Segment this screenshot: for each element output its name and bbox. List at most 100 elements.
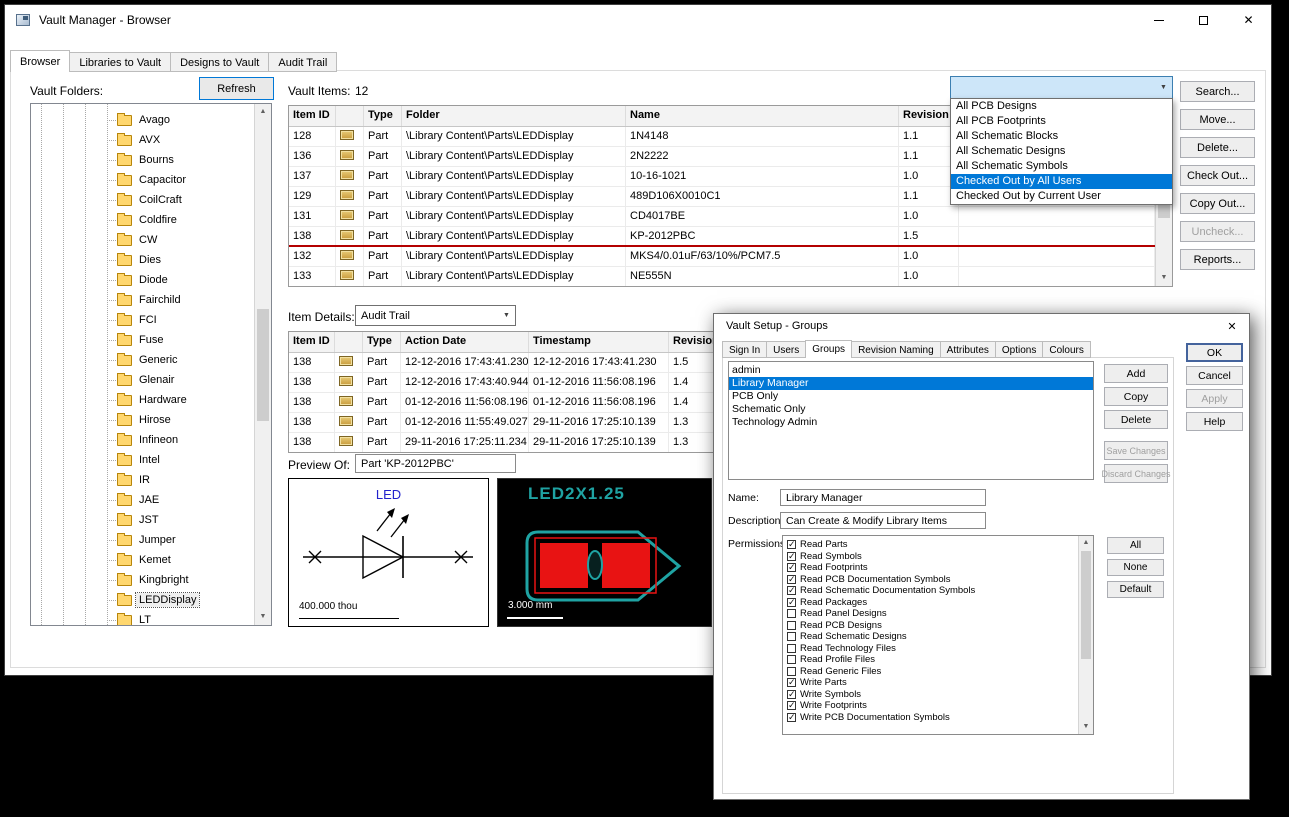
dialog-tab[interactable]: Users	[766, 341, 806, 358]
checkbox-icon[interactable]	[787, 667, 796, 676]
permission-item[interactable]: Read Footprints	[786, 562, 1093, 574]
checkbox-icon[interactable]	[787, 644, 796, 653]
folder-tree-item[interactable]: Bourns	[31, 150, 254, 170]
table-row[interactable]: 138 Part 01-12-2016 11:56:08.196 01-12-2…	[289, 393, 717, 413]
checkbox-icon[interactable]	[787, 563, 796, 572]
permissions-list[interactable]: ▲ ▼ Read Parts Read Symbols Read Footpri…	[782, 535, 1094, 735]
folder-tree-item[interactable]: FCI	[31, 310, 254, 330]
dropdown-option[interactable]: Checked Out by Current User	[951, 189, 1172, 204]
group-action-button[interactable]: Add	[1104, 364, 1168, 383]
folder-tree-item[interactable]: Hirose	[31, 410, 254, 430]
checkbox-icon[interactable]	[787, 586, 796, 595]
chevron-up-icon[interactable]: ▲	[1079, 536, 1093, 550]
chevron-down-icon[interactable]: ▼	[255, 609, 271, 625]
dropdown-option[interactable]: All PCB Designs	[951, 99, 1172, 114]
action-button[interactable]: Copy Out...	[1180, 193, 1255, 214]
group-item[interactable]: Library Manager	[729, 377, 1093, 390]
dropdown-option[interactable]: All PCB Footprints	[951, 114, 1172, 129]
column-header-item-id[interactable]: Item ID	[289, 332, 335, 352]
dialog-titlebar[interactable]: Vault Setup - Groups ✕	[714, 314, 1249, 338]
refresh-button[interactable]: Refresh	[199, 77, 274, 100]
column-header-icon[interactable]	[335, 332, 363, 352]
groups-list[interactable]: admin Library Manager PCB Only Schematic…	[728, 361, 1094, 480]
folder-tree-item[interactable]: Generic	[31, 350, 254, 370]
dialog-button[interactable]: Cancel	[1186, 366, 1243, 385]
permission-item[interactable]: Write Footprints	[786, 700, 1093, 712]
group-item[interactable]: Technology Admin	[729, 416, 1093, 429]
column-header-folder[interactable]: Folder	[402, 106, 626, 126]
table-row[interactable]: 138 Part 29-11-2016 17:25:11.234 29-11-2…	[289, 433, 717, 452]
tab[interactable]: Audit Trail	[268, 52, 337, 72]
permission-item[interactable]: Read Symbols	[786, 551, 1093, 563]
permission-item[interactable]: Write PCB Documentation Symbols	[786, 712, 1093, 724]
permission-item[interactable]: Read Generic Files	[786, 666, 1093, 678]
table-row[interactable]: 131 Part \Library Content\Parts\LEDDispl…	[289, 207, 1155, 227]
group-action-button[interactable]: Copy	[1104, 387, 1168, 406]
column-header-action-date[interactable]: Action Date	[401, 332, 529, 352]
permission-item[interactable]: Read Profile Files	[786, 654, 1093, 666]
folder-tree-item[interactable]: LEDDisplay	[31, 590, 254, 610]
column-header-type[interactable]: Type	[363, 332, 401, 352]
folder-tree-item[interactable]: Diode	[31, 270, 254, 290]
permission-item[interactable]: Write Parts	[786, 677, 1093, 689]
checkbox-icon[interactable]	[787, 678, 796, 687]
dialog-button[interactable]: OK	[1186, 343, 1243, 362]
dialog-tab[interactable]: Sign In	[722, 341, 767, 358]
name-field[interactable]: Library Manager	[780, 489, 986, 506]
folder-tree-item[interactable]: Glenair	[31, 370, 254, 390]
chevron-down-icon[interactable]: ▼	[1156, 270, 1172, 286]
tree-scrollbar[interactable]: ▲ ▼	[254, 104, 271, 625]
action-button[interactable]: Reports...	[1180, 249, 1255, 270]
table-row[interactable]: 138 Part 12-12-2016 17:43:41.230 12-12-2…	[289, 353, 717, 373]
dropdown-option[interactable]: All Schematic Designs	[951, 144, 1172, 159]
table-row[interactable]: 138 Part \Library Content\Parts\LEDDispl…	[289, 227, 1155, 247]
permission-set-button[interactable]: All	[1107, 537, 1164, 554]
column-header-icon[interactable]	[336, 106, 364, 126]
minimize-button[interactable]	[1136, 5, 1181, 35]
permissions-scrollbar[interactable]: ▲ ▼	[1078, 536, 1093, 734]
checkbox-icon[interactable]	[787, 575, 796, 584]
folder-tree-item[interactable]: Fuse	[31, 330, 254, 350]
group-item[interactable]: PCB Only	[729, 390, 1093, 403]
permission-item[interactable]: Read PCB Designs	[786, 620, 1093, 632]
folder-tree-item[interactable]: Avago	[31, 110, 254, 130]
chevron-down-icon[interactable]: ▼	[1079, 720, 1093, 734]
column-header-revision[interactable]: Revision	[669, 332, 717, 352]
action-button[interactable]: Search...	[1180, 81, 1255, 102]
folder-tree-item[interactable]: Coldfire	[31, 210, 254, 230]
checkbox-icon[interactable]	[787, 621, 796, 630]
action-button[interactable]: Check Out...	[1180, 165, 1255, 186]
checkbox-icon[interactable]	[787, 713, 796, 722]
group-item[interactable]: Schematic Only	[729, 403, 1093, 416]
permission-item[interactable]: Read Parts	[786, 539, 1093, 551]
checkbox-icon[interactable]	[787, 540, 796, 549]
dropdown-option[interactable]: Checked Out by All Users	[951, 174, 1172, 189]
column-header-item-id[interactable]: Item ID	[289, 106, 336, 126]
checkbox-icon[interactable]	[787, 701, 796, 710]
dialog-tab[interactable]: Colours	[1042, 341, 1090, 358]
change-button[interactable]: Save Changes	[1104, 441, 1168, 460]
change-button[interactable]: Discard Changes	[1104, 464, 1168, 483]
dialog-tab[interactable]: Options	[995, 341, 1043, 358]
checkbox-icon[interactable]	[787, 655, 796, 664]
folder-tree-item[interactable]: CW	[31, 230, 254, 250]
permission-item[interactable]: Read Schematic Designs	[786, 631, 1093, 643]
folder-tree-item[interactable]: LT	[31, 610, 254, 626]
preview-name-field[interactable]: Part 'KP-2012PBC'	[355, 454, 516, 473]
dialog-tab[interactable]: Groups	[805, 340, 852, 358]
titlebar[interactable]: Vault Manager - Browser ✕	[5, 5, 1271, 35]
folder-tree-item[interactable]: Kingbright	[31, 570, 254, 590]
permission-item[interactable]: Read Panel Designs	[786, 608, 1093, 620]
maximize-button[interactable]	[1181, 5, 1226, 35]
table-row[interactable]: 138 Part 01-12-2016 11:55:49.027 29-11-2…	[289, 413, 717, 433]
dropdown-option[interactable]: All Schematic Blocks	[951, 129, 1172, 144]
folder-tree-item[interactable]: Infineon	[31, 430, 254, 450]
folder-tree[interactable]: Avago AVX Bourns	[30, 103, 272, 626]
folder-tree-item[interactable]: Fairchild	[31, 290, 254, 310]
tab[interactable]: Designs to Vault	[170, 52, 269, 72]
folder-tree-item[interactable]: JST	[31, 510, 254, 530]
tab[interactable]: Browser	[10, 50, 70, 72]
dialog-tab[interactable]: Revision Naming	[851, 341, 941, 358]
folder-tree-item[interactable]: Kemet	[31, 550, 254, 570]
folder-tree-item[interactable]: IR	[31, 470, 254, 490]
